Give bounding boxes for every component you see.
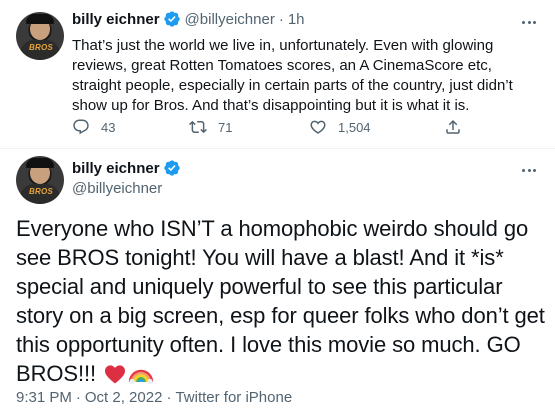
like-count: 1,504 [338,119,371,135]
display-name[interactable]: billy eichner [72,160,160,177]
tweet-date[interactable]: Oct 2, 2022 [85,389,163,406]
display-name[interactable]: billy eichner [72,11,160,28]
avatar-cap [26,158,54,168]
handle[interactable]: @billyeichner [72,180,162,197]
like-button[interactable]: 1,504 [309,118,371,136]
reply-count: 43 [101,119,116,135]
tweet-metadata: 9:31 PM · Oct 2, 2022 · Twitter for iPhone [16,389,292,406]
separator: · [278,10,284,28]
tweet-header: billy eichner @billyeichner · 1h [72,10,305,28]
tweet-header: billy eichner [72,159,185,177]
rainbow-emoji-icon [128,369,154,384]
tweet-text-container: Everyone who ISN’T a homophobic weirdo s… [16,214,546,388]
retweet-button[interactable]: 71 [189,118,232,136]
tweet-text: Everyone who ISN’T a homophobic weirdo s… [16,216,545,386]
tweet-time[interactable]: 9:31 PM [16,389,72,406]
tweet-divider [0,148,555,149]
avatar[interactable]: BROS [16,156,64,204]
tweet-actions: 43 71 1,504 [72,118,542,138]
heart-icon [310,120,326,134]
tweet-text: That’s just the world we live in, unfort… [72,37,513,114]
share-icon [446,119,460,134]
retweet-count: 71 [218,119,233,135]
avatar-cap [26,14,54,24]
verified-badge-icon [163,160,180,176]
share-button[interactable] [444,118,473,136]
reply-button[interactable]: 43 [72,118,115,136]
verified-badge-icon [163,11,180,27]
separator: · [75,389,81,406]
red-heart-emoji-icon [105,365,126,384]
avatar-logo: BROS [29,43,53,52]
timestamp[interactable]: 1h [288,11,305,28]
separator: · [166,389,172,406]
tweet-source[interactable]: Twitter for iPhone [175,389,292,406]
avatar[interactable]: BROS [16,12,64,60]
more-options-icon[interactable] [519,160,539,180]
more-options-icon[interactable] [519,12,539,32]
reply-icon [73,119,89,135]
retweet-icon [189,120,207,134]
handle[interactable]: @billyeichner [185,11,275,28]
avatar-logo: BROS [29,187,53,196]
